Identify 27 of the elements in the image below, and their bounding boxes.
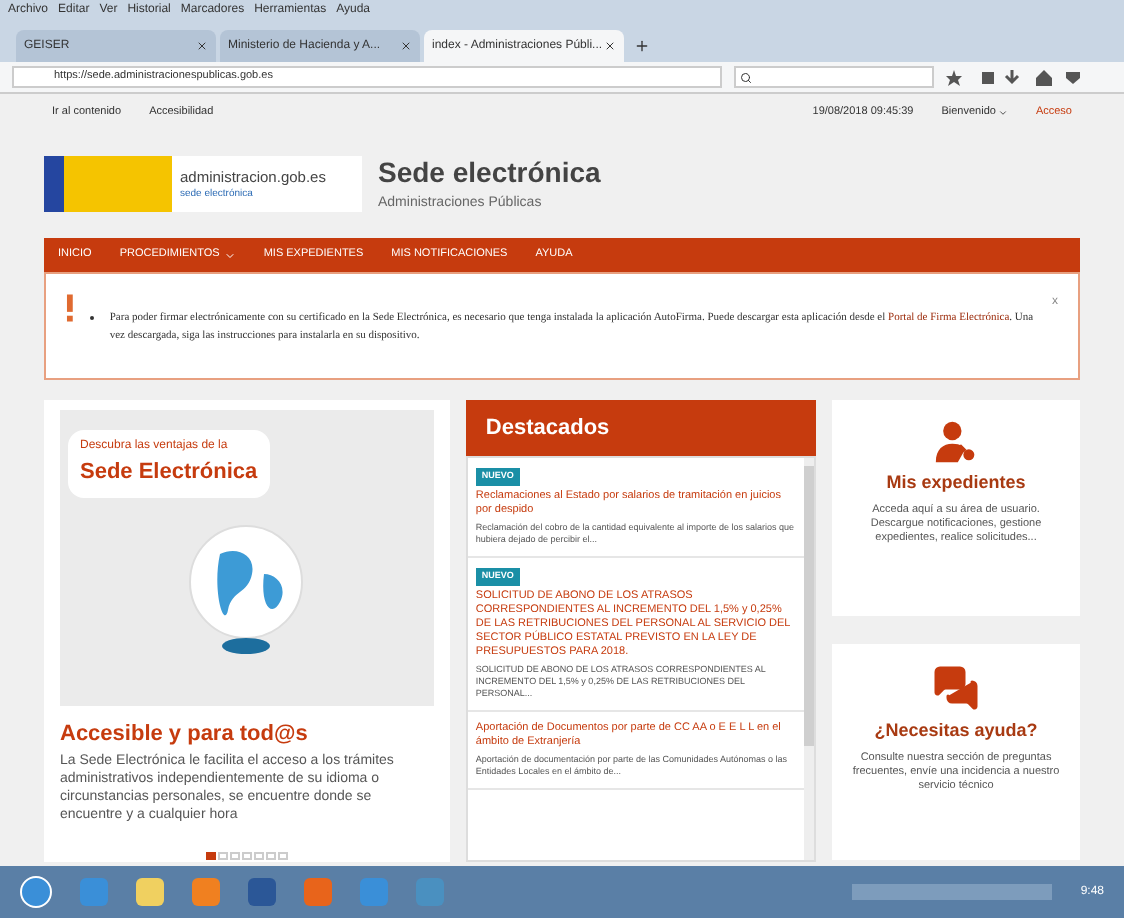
- close-icon[interactable]: [196, 40, 208, 52]
- taskbar-app-icon[interactable]: [136, 878, 164, 906]
- taskbar-app-icon[interactable]: [304, 878, 332, 906]
- card-title: ¿Necesitas ayuda?: [874, 718, 1038, 744]
- chat-bubbles-icon: [932, 664, 981, 712]
- search-field[interactable]: [734, 66, 934, 88]
- taskbar-app-icon[interactable]: [248, 878, 276, 906]
- taskbar-app-icon[interactable]: [192, 878, 220, 906]
- taskbar-app-icon[interactable]: [416, 878, 444, 906]
- start-button-icon[interactable]: [20, 876, 52, 908]
- site-title: Sede electrónica: [378, 154, 601, 193]
- taskbar-app-icon[interactable]: [360, 878, 388, 906]
- caret-icon: [997, 107, 1008, 117]
- close-icon[interactable]: [400, 40, 412, 52]
- search-icon: [740, 71, 752, 83]
- taskbar-app-icon[interactable]: [80, 878, 108, 906]
- featured-header: Destacados: [465, 400, 817, 456]
- close-icon[interactable]: [604, 40, 616, 52]
- exclamation-icon: [66, 294, 74, 322]
- government-logo: [44, 156, 172, 212]
- card-title: Mis expedientes: [886, 470, 1026, 496]
- caret-icon: [223, 249, 236, 261]
- user-key-icon: [934, 420, 979, 464]
- scrollbar[interactable]: [804, 458, 815, 860]
- toolbar-icons[interactable]: [946, 69, 1086, 85]
- banner-title: Accesible y para tod@s: [60, 720, 310, 750]
- new-tab-icon[interactable]: [634, 38, 650, 54]
